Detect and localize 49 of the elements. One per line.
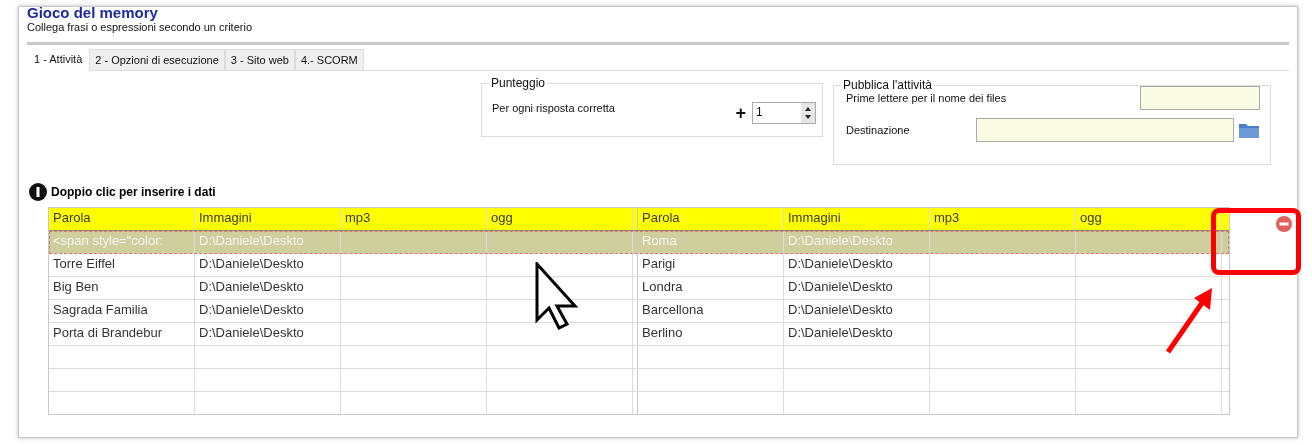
data-grid[interactable] <box>48 207 1230 415</box>
group-title: Punteggio <box>489 76 548 90</box>
field-label: Prime lettere per il nome dei files <box>846 92 1008 104</box>
column-header[interactable]: Immagini <box>195 208 341 230</box>
table-cell: D:\Daniele\Deskto <box>788 325 893 340</box>
plus-label: + <box>735 106 746 120</box>
folder-icon[interactable] <box>1238 121 1260 139</box>
table-cell: Torre Eiffel <box>53 256 115 271</box>
table-cell: Berlino <box>642 325 683 340</box>
table-cell: D:\Daniele\Deskto <box>788 279 893 294</box>
field-label: Destinazione <box>846 124 911 136</box>
tab[interactable]: 2 - Opzioni di esecuzione <box>89 49 225 70</box>
group-title: Pubblica l'attività <box>841 78 934 92</box>
info-icon <box>29 183 47 201</box>
table-cell: D:\Daniele\Deskto <box>199 256 304 271</box>
table-cell: Roma <box>642 233 677 248</box>
table-cell: Porta di Brandebur <box>53 325 163 340</box>
tab[interactable]: 3 - Sito web <box>224 49 295 70</box>
table-cell: D:\Daniele\Deskto <box>788 233 893 248</box>
table-cell: D:\Daniele\Deskto <box>199 325 304 340</box>
table-row[interactable]: Torre Eiffel D:\Daniele\Deskto Parigi D:\Daniele\Deskto <box>49 254 1229 277</box>
input-field[interactable] <box>976 118 1234 142</box>
remove-icon[interactable] <box>1275 215 1293 233</box>
tab[interactable]: 4.- SCORM <box>294 49 364 70</box>
table-cell: Sagrada Familia <box>53 302 148 317</box>
table-cell: D:\Daniele\Deskto <box>199 233 304 248</box>
table-cell: Parigi <box>642 256 676 271</box>
table-row[interactable]: Porta di Brandebur D:\Daniele\Deskto Berlino D:\Daniele\Deskto <box>49 323 1229 346</box>
table-cell: D:\Daniele\Deskto <box>199 279 304 294</box>
table-cell: Barcellona <box>642 302 704 317</box>
field-label: Per ogni risposta corretta <box>492 102 615 114</box>
column-header[interactable]: Parola <box>638 208 784 230</box>
number-spinner[interactable]: 1 <box>752 102 816 124</box>
table-cell: D:\Daniele\Deskto <box>788 302 893 317</box>
table-cell: D:\Daniele\Deskto <box>788 256 893 271</box>
column-header[interactable]: ogg <box>487 208 633 230</box>
column-header[interactable]: Parola <box>49 208 195 230</box>
input-field[interactable] <box>1140 86 1260 110</box>
hint-text: Doppio clic per inserire i dati <box>51 185 216 199</box>
table-cell: <span style="color: <box>53 233 164 248</box>
column-header[interactable]: mp3 <box>341 208 487 230</box>
column-header[interactable]: ogg <box>1076 208 1222 230</box>
activity-subtitle: Collega frasi o espressioni secondo un criterio <box>27 21 253 33</box>
table-cell: Londra <box>642 279 683 294</box>
table-cell: D:\Daniele\Deskto <box>199 302 304 317</box>
activity-title: Gioco del memory <box>27 5 159 20</box>
table-cell: Big Ben <box>53 279 99 294</box>
column-header[interactable]: Immagini <box>784 208 930 230</box>
column-header[interactable]: mp3 <box>930 208 1076 230</box>
